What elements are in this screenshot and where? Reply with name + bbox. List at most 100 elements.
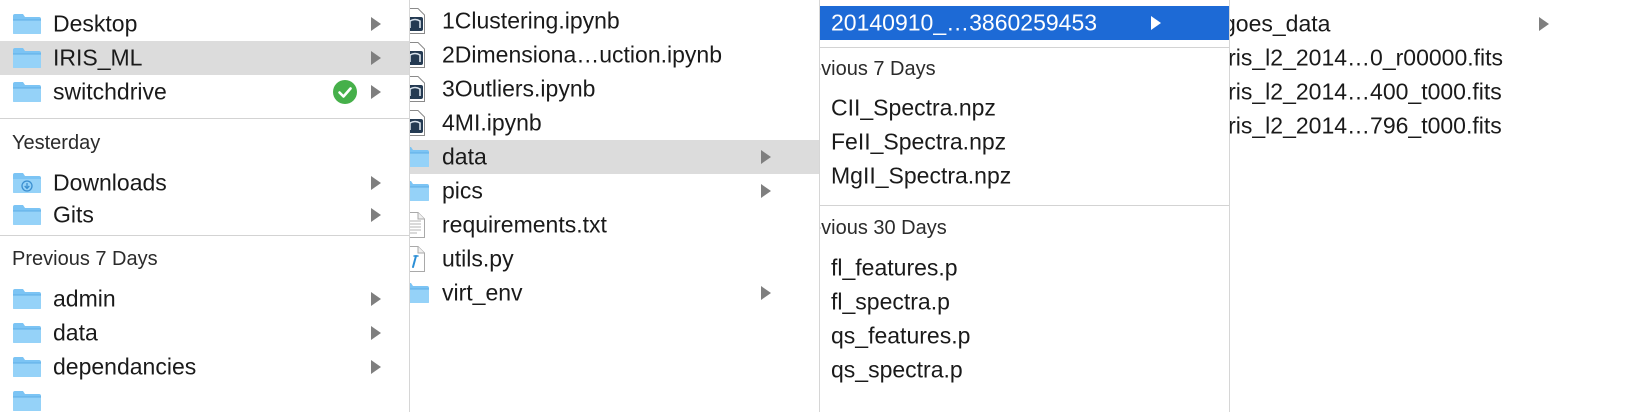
list-item-partial[interactable] (0, 384, 409, 412)
folder-icon (12, 390, 42, 412)
chevron-right-icon (371, 360, 381, 374)
chevron-right-icon (371, 292, 381, 306)
list-item-3outliers[interactable]: 3Outliers.ipynb (410, 72, 819, 106)
iris-ml-column[interactable]: 1Clustering.ipynb 2Dimensiona…uction.ipy… (410, 0, 820, 412)
item-label: admin (53, 285, 116, 312)
list-item-admin[interactable]: admin (0, 282, 409, 316)
chevron-right-icon (371, 51, 381, 65)
item-label: virt_env (442, 279, 523, 306)
list-item-goes-data[interactable]: goes_data (1230, 7, 1652, 41)
list-item-fl-features[interactable]: fl_features.p (820, 251, 1229, 285)
list-item-virt-env[interactable]: virt_env (410, 276, 819, 310)
item-label: iris_l2_2014…796_t000.fits (1230, 112, 1502, 139)
list-item-downloads[interactable]: Downloads (0, 166, 409, 200)
item-label: data (53, 319, 98, 346)
section-divider (0, 118, 409, 119)
chevron-right-icon (371, 326, 381, 340)
python-file-icon (410, 245, 426, 273)
section-divider (0, 235, 409, 236)
list-item-mgii-spectra[interactable]: MgII_Spectra.npz (820, 159, 1229, 193)
notebook-file-icon (410, 7, 426, 35)
item-label: fl_features.p (831, 254, 958, 281)
chevron-right-icon (761, 150, 771, 164)
section-header: Previous 7 Days (12, 248, 158, 270)
chevron-right-icon (1539, 17, 1549, 31)
list-item-feii-spectra[interactable]: FeII_Spectra.npz (820, 125, 1229, 159)
list-item-switchdrive[interactable]: switchdrive (0, 75, 409, 109)
folder-icon (12, 81, 42, 103)
list-item-data-folder[interactable]: data (410, 140, 819, 174)
list-item-iris-ml[interactable]: IRIS_ML (0, 41, 409, 75)
item-label: goes_data (1230, 10, 1331, 37)
folder-icon (410, 180, 430, 202)
list-item-gits[interactable]: Gits (0, 198, 409, 232)
folder-icon (12, 288, 42, 310)
list-item-cii-spectra[interactable]: CII_Spectra.npz (820, 91, 1229, 125)
item-label: qs_spectra.p (831, 356, 963, 383)
item-label: 4MI.ipynb (442, 109, 542, 136)
chevron-right-icon (1151, 16, 1161, 30)
date-folder-column[interactable]: goes_data iris_l2_2014…0_r00000.fits iri… (1230, 0, 1652, 412)
list-item-fits-1[interactable]: iris_l2_2014…0_r00000.fits (1230, 41, 1652, 75)
item-label: qs_features.p (831, 322, 971, 349)
chevron-right-icon (371, 208, 381, 222)
folder-icon (12, 13, 42, 35)
notebook-file-icon (410, 109, 426, 137)
item-label: fl_spectra.p (831, 288, 950, 315)
list-item-fl-spectra[interactable]: fl_spectra.p (820, 285, 1229, 319)
item-label: 3Outliers.ipynb (442, 75, 596, 102)
item-label: iris_l2_2014…0_r00000.fits (1230, 44, 1504, 71)
item-label: 2Dimensiona…uction.ipynb (442, 41, 722, 68)
notebook-file-icon (410, 75, 426, 103)
folder-icon (410, 282, 430, 304)
item-label: dependancies (53, 353, 197, 380)
item-label: data (442, 143, 487, 170)
item-label: requirements.txt (442, 211, 607, 238)
section-header: Previous 30 Days (820, 217, 947, 239)
section-divider (820, 205, 1229, 206)
item-label: pics (442, 177, 483, 204)
list-item-requirements[interactable]: requirements.txt (410, 208, 819, 242)
item-label: Gits (53, 201, 94, 228)
folder-icon (12, 356, 42, 378)
list-item-fits-2[interactable]: iris_l2_2014…400_t000.fits (1230, 75, 1652, 109)
list-item-20140910-folder[interactable]: 20140910_…3860259453 (820, 6, 1229, 40)
chevron-right-icon (761, 184, 771, 198)
list-item-dependancies[interactable]: dependancies (0, 350, 409, 384)
item-label: IRIS_ML (53, 44, 143, 71)
item-label: utils.py (442, 245, 514, 272)
downloads-folder-icon (12, 172, 42, 194)
list-item-1clustering[interactable]: 1Clustering.ipynb (410, 4, 819, 38)
text-file-icon (410, 211, 426, 239)
item-label: iris_l2_2014…400_t000.fits (1230, 78, 1502, 105)
list-item-4mi[interactable]: 4MI.ipynb (410, 106, 819, 140)
chevron-right-icon (371, 176, 381, 190)
data-folder-column[interactable]: 20140910_…3860259453 Previous 7 Days CII… (820, 0, 1230, 412)
list-item-qs-features[interactable]: qs_features.p (820, 319, 1229, 353)
item-label: Downloads (53, 169, 167, 196)
notebook-file-icon (410, 41, 426, 69)
chevron-right-icon (371, 17, 381, 31)
section-header: Yesterday (12, 132, 101, 154)
folder-icon (12, 47, 42, 69)
chevron-right-icon (371, 85, 381, 99)
list-item-qs-spectra[interactable]: qs_spectra.p (820, 353, 1229, 387)
item-label: 1Clustering.ipynb (442, 7, 620, 34)
folder-icon (12, 204, 42, 226)
item-label: MgII_Spectra.npz (831, 162, 1012, 189)
list-item-desktop[interactable]: Desktop (0, 7, 409, 41)
list-item-2dimensionality[interactable]: 2Dimensiona…uction.ipynb (410, 38, 819, 72)
section-divider (820, 47, 1229, 48)
folder-icon (12, 322, 42, 344)
folder-icon (410, 146, 430, 168)
chevron-right-icon (761, 286, 771, 300)
list-item-utils[interactable]: utils.py (410, 242, 819, 276)
sync-check-icon (333, 80, 357, 104)
list-item-pics[interactable]: pics (410, 174, 819, 208)
sidebar-column[interactable]: Desktop IRIS_ML switchdrive Yesterday Do… (0, 0, 410, 412)
section-header: Previous 7 Days (820, 58, 936, 80)
item-label: CII_Spectra.npz (831, 94, 996, 121)
list-item-data[interactable]: data (0, 316, 409, 350)
item-label: Desktop (53, 10, 138, 37)
list-item-fits-3[interactable]: iris_l2_2014…796_t000.fits (1230, 109, 1652, 143)
